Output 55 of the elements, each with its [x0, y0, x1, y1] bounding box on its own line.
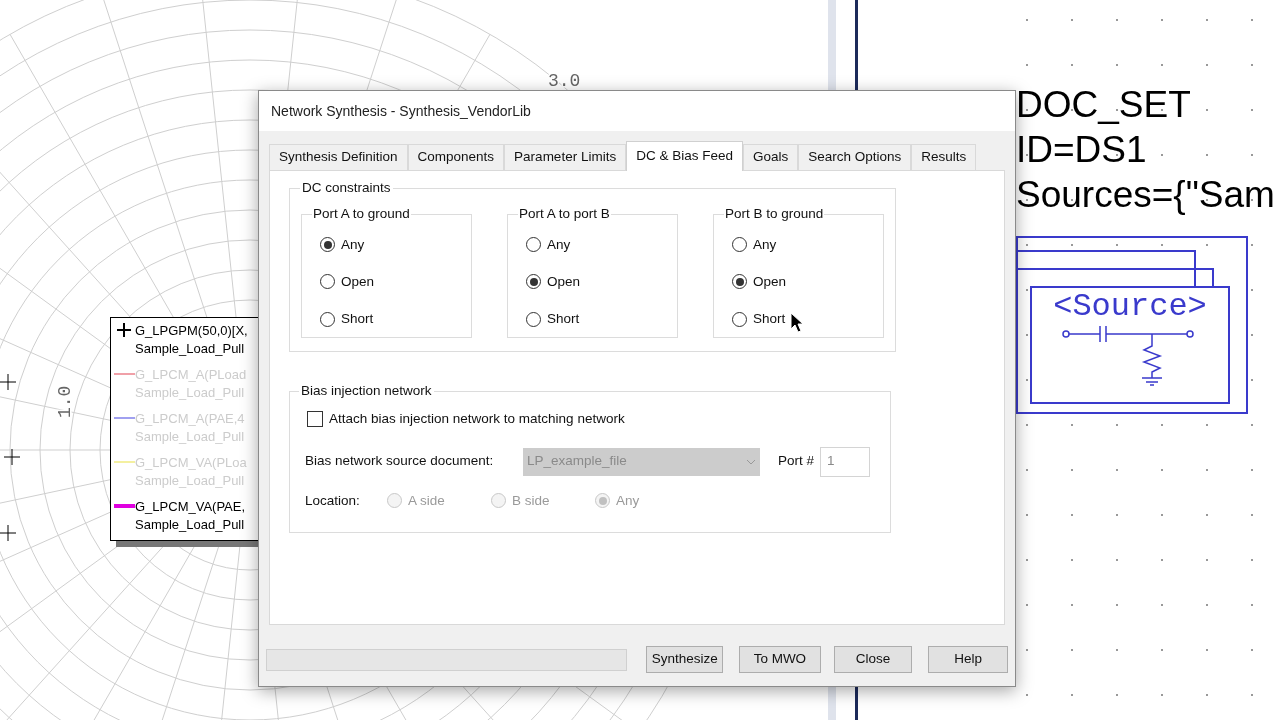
radio-button[interactable] [320, 237, 335, 253]
radio-label: Any [547, 235, 571, 254]
radio-button[interactable] [320, 311, 335, 327]
chevron-down-icon [746, 458, 756, 465]
radio-label: Any [616, 491, 640, 510]
field-label: Port # [778, 452, 815, 471]
group-title: Bias injection network [300, 382, 433, 400]
radio-label: Open [753, 272, 787, 291]
field-label: Bias network source document: [305, 452, 495, 471]
tab[interactable]: Synthesis Definition [269, 144, 408, 170]
tab[interactable]: Goals [742, 144, 799, 170]
radio-label: Any [753, 235, 777, 254]
tab[interactable]: Components [407, 144, 505, 170]
radio-label: Open [547, 272, 581, 291]
radio-button[interactable] [526, 237, 541, 253]
schematic-text: DOC_SET [1016, 83, 1192, 127]
radio-button[interactable] [732, 311, 747, 327]
dialog-button[interactable]: To MWO [739, 646, 821, 673]
dialog-button[interactable]: Synthesize [646, 646, 724, 673]
radio-button[interactable] [320, 274, 335, 290]
symbol-label: <Source> [1053, 288, 1207, 326]
radio-button[interactable] [526, 311, 541, 327]
dialog-button[interactable]: Help [928, 646, 1008, 673]
radio-label: B side [512, 491, 550, 510]
checkbox[interactable] [307, 411, 323, 428]
tab[interactable]: DC & Bias Feed [626, 141, 743, 171]
radio-label: Open [341, 272, 375, 291]
window-title: Network Synthesis - Synthesis_VendorLib [271, 101, 531, 121]
group-title: Port B to ground [724, 205, 825, 224]
tab[interactable]: Search Options [798, 144, 912, 170]
schematic-text: ID=DS1 [1016, 128, 1148, 172]
axis-label: 1.0 [55, 385, 75, 418]
checkbox-label: Attach bias injection network to matching network [329, 410, 625, 429]
radio-label: Short [753, 310, 786, 328]
legend-text: Sample_Load_Pull [135, 340, 246, 358]
radio-button[interactable] [526, 274, 541, 290]
tab[interactable]: Parameter Limits [504, 144, 627, 170]
radio-label: Short [547, 310, 580, 328]
field-label: Location: [305, 491, 361, 510]
radio-label: Short [341, 310, 374, 328]
schematic-text: Sources={"Sam [1016, 173, 1275, 217]
group-title: Port A to ground [312, 205, 411, 224]
legend-text: G_LPGPM(50,0)[X, [135, 322, 248, 340]
radio-label: Any [341, 235, 365, 254]
group-title: DC constraints [301, 179, 392, 197]
legend-text: G_LPCM_VA(PAE, [135, 498, 246, 516]
legend-text: Sample_Load_Pull [135, 516, 246, 534]
radio-button[interactable] [732, 237, 747, 253]
group-title: Port A to port B [518, 205, 611, 224]
radio-label: A side [408, 491, 445, 510]
mouse-cursor-icon [790, 312, 804, 334]
radio-button[interactable] [732, 274, 747, 290]
dialog-button[interactable]: Close [833, 646, 913, 673]
tab[interactable]: Results [911, 144, 977, 170]
axis-label: 3.0 [548, 71, 581, 91]
